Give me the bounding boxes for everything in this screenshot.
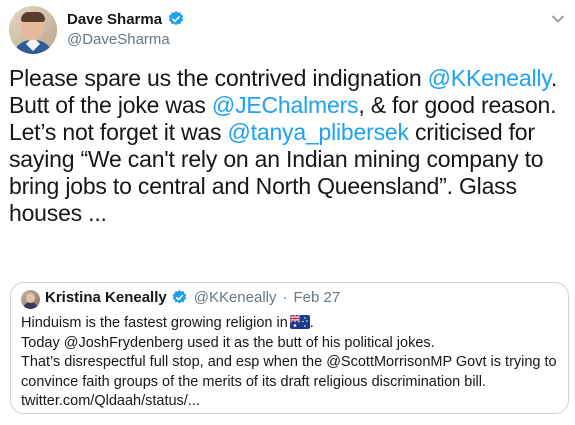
verified-badge-icon [168, 11, 184, 26]
quoted-author-avatar[interactable] [21, 290, 40, 309]
mention-link[interactable]: @KKeneally [428, 65, 551, 91]
author-avatar[interactable] [9, 6, 57, 54]
quoted-date[interactable]: Feb 27 [294, 289, 341, 306]
author-name-row: Dave Sharma [67, 10, 185, 28]
quoted-line-text: . [309, 315, 314, 331]
mention-link[interactable]: @JEChalmers [212, 92, 359, 118]
quoted-line: That’s disrespectful full stop, and esp … [21, 354, 557, 409]
author-display-name[interactable]: Dave Sharma [67, 11, 162, 28]
australia-flag-icon [289, 315, 310, 329]
quoted-line: Today @JoshFrydenberg used it as the but… [21, 334, 435, 351]
quoted-tweet[interactable]: Kristina Keneally @KKeneally · Feb 27 Hi… [10, 282, 569, 414]
mention-link[interactable]: @tanya_plibersek [228, 119, 409, 145]
quoted-text: Hinduism is the fastest growing religion… [21, 314, 561, 412]
chevron-down-icon[interactable] [551, 14, 565, 24]
quoted-handle[interactable]: @KKeneally [194, 289, 277, 306]
quoted-line-text: Hinduism is the fastest growing religion… [21, 315, 288, 331]
verified-badge-icon [172, 290, 186, 304]
tweet-text-part: Please spare us the contrived indignatio… [9, 65, 428, 91]
quoted-separator: · [282, 289, 288, 306]
quoted-display-name[interactable]: Kristina Keneally [45, 289, 167, 306]
author-handle[interactable]: @DaveSharma [67, 31, 170, 48]
tweet-card: Dave Sharma @DaveSharma Please spare us … [0, 0, 575, 425]
tweet-text: Please spare us the contrived indignatio… [9, 65, 569, 227]
quoted-header: Kristina Keneally @KKeneally · Feb 27 [45, 289, 340, 306]
quoted-line: Hinduism is the fastest growing religion… [21, 314, 561, 334]
